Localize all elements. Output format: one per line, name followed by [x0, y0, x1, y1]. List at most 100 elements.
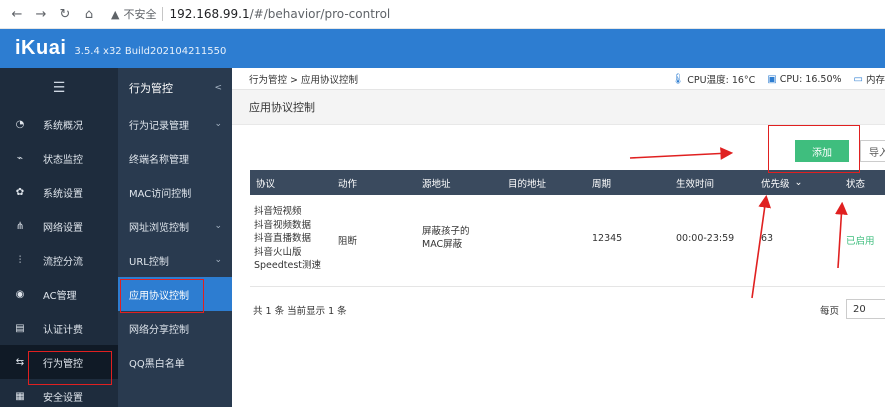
mem-text: 内存 — [865, 75, 885, 86]
sidebar-item-label: 认证计费 — [43, 324, 83, 336]
sidebar-item-label: AC管理 — [43, 290, 77, 302]
gear-icon: ✿ — [15, 186, 25, 198]
col-action: 动作 — [338, 178, 358, 190]
subnav-item[interactable]: URL控制 ⌄ — [118, 243, 232, 277]
annotation-box-subnav — [120, 279, 204, 313]
priority-cell: 63 — [761, 233, 774, 244]
source-line: MAC屏蔽 — [422, 239, 463, 250]
action-cell: 阻断 — [338, 236, 358, 247]
source-cell: 屏蔽孩子的 MAC屏蔽 — [422, 225, 470, 251]
subnav-item[interactable]: MAC访问控制 — [118, 175, 232, 209]
id-card-icon: ▤ — [15, 322, 25, 334]
col-priority-label: 优先级 — [761, 178, 790, 190]
insecure-label: 不安全 — [123, 8, 157, 21]
subnav-title-text: 行为管控 — [129, 81, 173, 95]
sidebar-item[interactable]: ✿ 系统设置 — [0, 175, 118, 209]
sort-chevron-icon[interactable]: ⌄ — [795, 177, 803, 188]
protocol-item: 抖音火山版 — [254, 246, 302, 258]
sidebar-item[interactable]: ◉ AC管理 — [0, 277, 118, 311]
cpu-stat: ▣ CPU: 16.50% — [767, 74, 841, 85]
sidebar-item[interactable]: ⫶ 流控分流 — [0, 243, 118, 277]
cpu-text: CPU: 16.50% — [779, 73, 842, 85]
protocol-list: 抖音短视频 抖音视频数据 抖音直播数据 抖音火山版 Speedtest测速 — [254, 205, 321, 273]
subnav-item[interactable]: 网络分享控制 — [118, 311, 232, 345]
sidebar-item-label: 安全设置 — [43, 392, 83, 404]
warning-icon: ▲ — [111, 7, 120, 21]
back-arrow-icon[interactable]: ← — [9, 6, 25, 22]
col-period: 周期 — [592, 178, 612, 190]
address-bar[interactable]: ▲ 不安全 192.168.99.1 /#/behavior/pro-contr… — [111, 6, 390, 22]
protocol-item: 抖音直播数据 — [254, 233, 312, 244]
protocol-item: 抖音视频数据 — [254, 219, 312, 231]
import-button[interactable]: 导入 — [860, 140, 885, 162]
cpu-temp-stat: 🌡 CPU温度: 16°C — [671, 72, 756, 87]
ikuai-logo: iKuai — [15, 37, 67, 59]
gauge-icon: ◔ — [15, 118, 25, 130]
subnav-item[interactable]: 行为记录管理 ⌄ — [118, 107, 232, 141]
chevron-down-icon[interactable]: ⌄ — [214, 255, 222, 265]
sidebar-item-label: 系统设置 — [43, 188, 83, 200]
browser-toolbar: ← → ↻ ⌂ ▲ 不安全 192.168.99.1 /#/behavior/p… — [0, 0, 885, 29]
forward-arrow-icon[interactable]: → — [33, 6, 49, 22]
wifi-icon: ◉ — [15, 288, 25, 300]
collapse-chevron-icon[interactable]: < — [214, 83, 222, 93]
record-count: 共 1 条 当前显示 1 条 — [253, 306, 347, 317]
network-icon: ⋔ — [15, 220, 25, 232]
per-page-label: 每页 — [820, 306, 840, 317]
menu-toggle-icon[interactable]: ☰ — [0, 68, 118, 107]
col-protocol: 协议 — [256, 178, 276, 190]
sidebar-item[interactable]: ⌁ 状态监控 — [0, 141, 118, 175]
sidebar-item[interactable]: ◔ 系统概况 — [0, 107, 118, 141]
memory-icon: ▭ — [853, 73, 863, 85]
table-header: 协议 动作 源地址 目的地址 周期 生效时间 优先级 ⌄ 状态 — [250, 170, 885, 195]
protocol-item: 抖音短视频 — [254, 206, 302, 217]
col-priority[interactable]: 优先级 ⌄ — [761, 170, 802, 195]
url-host: 192.168.99.1 — [169, 7, 250, 21]
period-cell: 12345 — [592, 233, 623, 244]
grid-icon: ▦ — [15, 390, 25, 402]
table-footer: 共 1 条 当前显示 1 条 每页 20 — [250, 294, 885, 324]
annotation-box-sidebar — [28, 351, 112, 385]
subnav-item-label: MAC访问控制 — [129, 188, 192, 200]
subnav-item-label: URL控制 — [129, 256, 169, 268]
subnav-item[interactable]: 终端名称管理 — [118, 141, 232, 175]
sidebar-item-label: 系统概况 — [43, 120, 83, 132]
sidebar-item-label: 状态监控 — [43, 154, 83, 166]
breadcrumb: 行为管控 > 应用协议控制 — [249, 74, 358, 86]
col-dest: 目的地址 — [508, 178, 547, 190]
monitor-icon: ⌁ — [16, 152, 24, 164]
subnav-item-label: 网址浏览控制 — [129, 222, 189, 234]
chip-icon: ▣ — [767, 73, 777, 85]
sidebar-item[interactable]: ⋔ 网络设置 — [0, 209, 118, 243]
swap-icon: ⇆ — [15, 356, 25, 368]
mem-stat: ▭ 内存 — [853, 72, 885, 87]
chevron-down-icon[interactable]: ⌄ — [214, 221, 222, 231]
table-row[interactable]: 抖音短视频 抖音视频数据 抖音直播数据 抖音火山版 Speedtest测速 阻断… — [250, 195, 885, 287]
top-status-bar: 行为管控 > 应用协议控制 🌡 CPU温度: 16°C ▣ CPU: 16.50% … — [232, 68, 885, 90]
subnav-item[interactable]: 网址浏览控制 ⌄ — [118, 209, 232, 243]
app-header: iKuai 3.5.4 x32 Build202104211550 — [0, 29, 885, 68]
subnav-item-label: QQ黑白名单 — [129, 358, 185, 370]
url-path: /#/behavior/pro-control — [249, 7, 391, 21]
sliders-icon: ⫶ — [18, 254, 22, 266]
sub-sidebar: 行为管控 < 行为记录管理 ⌄ 终端名称管理 MAC访问控制 网址浏览控制 ⌄ URL控制 ⌄… — [118, 68, 232, 407]
sidebar-item-label: 网络设置 — [43, 222, 83, 234]
subnav-item-label: 行为记录管理 — [129, 120, 189, 132]
thermometer-icon: 🌡 — [671, 73, 685, 85]
time-cell: 00:00-23:59 — [676, 233, 735, 244]
reload-icon[interactable]: ↻ — [57, 6, 73, 22]
status-badge[interactable]: 已启用 — [846, 233, 875, 247]
chevron-down-icon[interactable]: ⌄ — [214, 119, 222, 129]
subnav-item[interactable]: QQ黑白名单 — [118, 345, 232, 379]
sidebar-item[interactable]: ▤ 认证计费 — [0, 311, 118, 345]
subnav-title: 行为管控 < — [118, 68, 232, 107]
per-page-select[interactable]: 20 — [846, 299, 885, 319]
col-status: 状态 — [846, 178, 866, 190]
source-line: 屏蔽孩子的 — [422, 226, 470, 237]
url-divider — [162, 7, 164, 21]
subnav-item-label: 终端名称管理 — [129, 154, 189, 166]
home-icon[interactable]: ⌂ — [81, 6, 97, 22]
col-source: 源地址 — [422, 178, 451, 190]
page-title: 应用协议控制 — [232, 90, 885, 125]
build-version: 3.5.4 x32 Build202104211550 — [74, 45, 227, 57]
